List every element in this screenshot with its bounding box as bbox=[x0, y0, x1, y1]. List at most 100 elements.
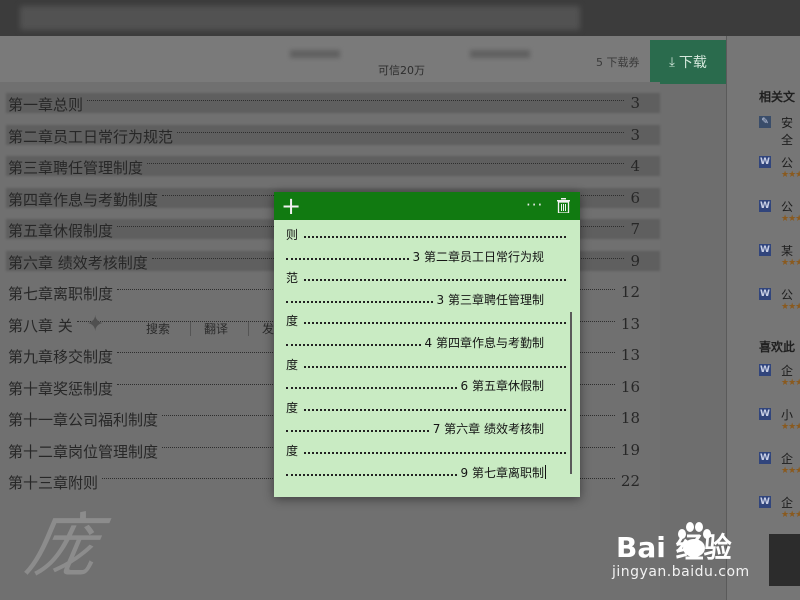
note-line-trail: 3 第三章聘任管理制 bbox=[436, 292, 544, 307]
note-scrollbar[interactable] bbox=[570, 312, 572, 474]
doc-title: 安全 bbox=[781, 116, 794, 147]
doc-title: 某 bbox=[781, 244, 794, 258]
note-line: 4 第四章作息与考勤制 bbox=[286, 334, 566, 352]
dot-leader bbox=[304, 279, 566, 282]
toc-page-number: 19 bbox=[620, 440, 640, 459]
dot-leader bbox=[286, 300, 433, 303]
note-line: 度 bbox=[286, 399, 566, 417]
sidebar-doc-item[interactable]: W 公 ★★★ bbox=[759, 200, 800, 228]
sidebar-doc-item[interactable]: W 公 ★★★ bbox=[759, 288, 800, 316]
note-line: 7 第六章 绩效考核制 bbox=[286, 420, 566, 438]
sidebar-doc-item[interactable]: W 某 ★★★ bbox=[759, 244, 800, 272]
toc-page-number: 13 bbox=[620, 314, 640, 333]
dot-leader bbox=[304, 322, 566, 325]
add-note-icon[interactable]: + bbox=[281, 192, 301, 220]
dot-leader bbox=[304, 408, 566, 411]
rating-stars: ★★★ bbox=[781, 422, 800, 432]
note-header: + ··· bbox=[274, 192, 580, 220]
translate-button[interactable]: 翻译 bbox=[204, 320, 228, 337]
search-button[interactable]: 搜索 bbox=[146, 320, 170, 337]
toc-title: 第二章员工日常行为规范 bbox=[8, 127, 174, 146]
dot-leader bbox=[304, 452, 566, 454]
related-docs-title: 相关文 bbox=[759, 90, 796, 104]
toc-title: 第一章总则 bbox=[8, 96, 84, 114]
toc-page-number: 9 bbox=[630, 251, 640, 270]
word-doc-icon: W bbox=[759, 244, 771, 256]
doc-title: 企 bbox=[781, 496, 794, 510]
note-line: 3 第三章聘任管理制 bbox=[286, 291, 566, 309]
toc-title: 第八章 关 bbox=[8, 316, 73, 335]
more-options-icon[interactable]: ··· bbox=[526, 192, 543, 218]
doc-title: 公 bbox=[781, 156, 794, 170]
toc-page-number: 12 bbox=[620, 283, 640, 301]
rating-stars: ★★★ bbox=[781, 302, 800, 312]
toc-row[interactable]: 第二章员工日常行为规范 3 bbox=[6, 124, 660, 146]
word-doc-icon: W bbox=[759, 452, 771, 464]
dot-leader bbox=[147, 163, 625, 164]
word-doc-icon: W bbox=[759, 408, 771, 420]
download-label: 下载 bbox=[678, 55, 707, 71]
toc-page-number: 18 bbox=[620, 409, 640, 427]
sidebar-doc-item[interactable]: W 公 ★★★ bbox=[759, 156, 800, 184]
doc-title: 小 bbox=[781, 408, 794, 422]
dot-leader bbox=[286, 430, 429, 433]
rating-stars: ★★★ bbox=[781, 378, 800, 388]
baidu-jingyan-watermark: Bai 经验 jingyan.baidu.com bbox=[612, 512, 800, 600]
toc-page-number: 7 bbox=[630, 220, 640, 238]
dot-leader bbox=[304, 236, 566, 238]
toc-page-number: 13 bbox=[620, 346, 640, 364]
views-label: 可信20万 bbox=[378, 64, 425, 77]
related-doc-item[interactable]: ✎ 安全 bbox=[759, 116, 799, 147]
sidebar-doc-item[interactable]: W 企 ★★★ bbox=[759, 452, 800, 480]
note-line: 则 bbox=[286, 226, 566, 244]
note-line: 3 第二章员工日常行为规 bbox=[286, 248, 566, 266]
doc-title: 企 bbox=[781, 452, 794, 466]
toc-title: 第十章奖惩制度 bbox=[8, 379, 114, 398]
like-docs-title: 喜欢此 bbox=[759, 340, 796, 354]
dot-leader bbox=[286, 387, 457, 390]
note-line-trail: 6 第五章休假制 bbox=[460, 379, 544, 394]
note-line-lead: 度 bbox=[286, 444, 299, 458]
toc-page-number: 3 bbox=[630, 125, 640, 144]
download-button[interactable]: ⤓ 下载 bbox=[650, 40, 726, 84]
toc-title: 第十二章岗位管理制度 bbox=[8, 442, 159, 461]
dot-leader bbox=[177, 131, 625, 133]
word-doc-icon: W bbox=[759, 200, 771, 212]
doc-title: 企 bbox=[781, 364, 794, 378]
toc-title: 第七章离职制度 bbox=[8, 285, 114, 303]
toc-row[interactable]: 第三章聘任管理制度 4 bbox=[6, 155, 660, 177]
paw-icon bbox=[678, 522, 711, 557]
note-line-trail: 7 第六章 绩效考核制 bbox=[432, 422, 544, 437]
note-line: 9 第七章离职制 bbox=[286, 464, 566, 482]
note-content[interactable]: 则3 第二章员工日常行为规范 3 第三章聘任管理制度 4 第四章作息与考勤制度 6 第… bbox=[274, 220, 580, 497]
more-button[interactable]: 发 bbox=[262, 320, 274, 337]
toc-title: 第六章 绩效考核制度 bbox=[8, 253, 148, 272]
toc-page-number: 4 bbox=[630, 157, 640, 175]
trash-icon[interactable] bbox=[557, 198, 570, 213]
toc-title: 第九章移交制度 bbox=[8, 348, 114, 366]
sticky-note[interactable]: + ··· 则 3 第二章员工日常行为规范 3 第三章聘任管理制度 4 第四章作息与考… bbox=[274, 192, 580, 497]
blurred-meta bbox=[470, 50, 530, 58]
blurred-title bbox=[20, 6, 580, 30]
toc-page-number: 22 bbox=[620, 472, 640, 490]
note-line-trail: 9 第七章离职制 bbox=[460, 465, 544, 480]
note-line-lead: 度 bbox=[286, 400, 299, 415]
note-line-lead: 度 bbox=[286, 314, 299, 329]
note-line: 度 bbox=[286, 442, 566, 460]
toc-row[interactable]: 第一章总则 3 bbox=[6, 92, 660, 114]
note-line-trail: 3 第二章员工日常行为规 bbox=[412, 249, 544, 264]
toc-page-number: 3 bbox=[630, 94, 640, 112]
sidebar-doc-item[interactable]: W 小 ★★★ bbox=[759, 408, 800, 436]
dot-leader bbox=[286, 257, 409, 260]
note-line-lead: 度 bbox=[286, 357, 299, 372]
top-bar bbox=[0, 0, 800, 36]
dot-leader bbox=[304, 365, 566, 368]
rating-stars: ★★★ bbox=[781, 214, 800, 224]
doc-info-bar: 可信20万 5 下载券 bbox=[0, 36, 726, 83]
dot-leader bbox=[87, 100, 625, 101]
sidebar-doc-item[interactable]: W 企 ★★★ bbox=[759, 364, 800, 392]
toc-title: 第十一章公司福利制度 bbox=[8, 411, 159, 429]
word-doc-icon: W bbox=[759, 156, 771, 168]
toc-page-number: 16 bbox=[620, 377, 640, 396]
word-doc-icon: W bbox=[759, 364, 771, 376]
